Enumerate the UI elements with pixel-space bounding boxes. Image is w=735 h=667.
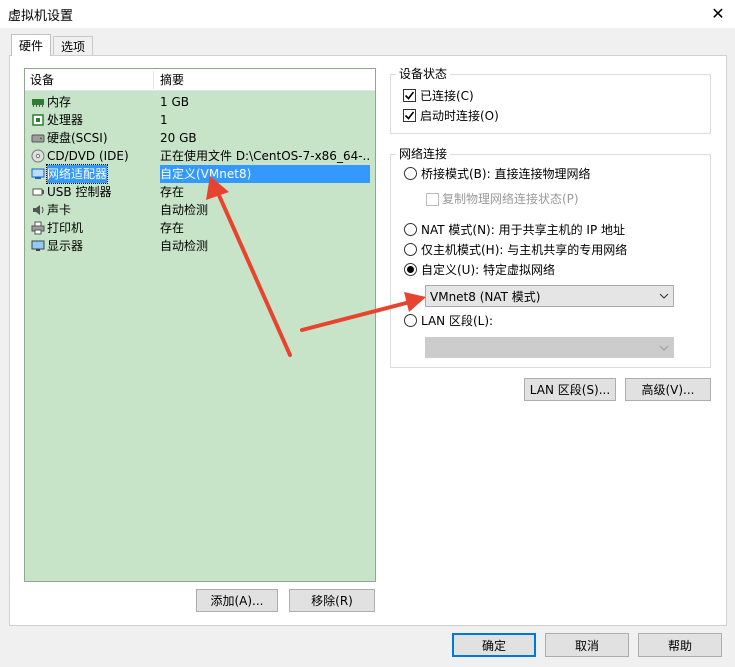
tab-options[interactable]: 选项 (53, 36, 93, 56)
list-item[interactable]: 硬盘(SCSI) 20 GB (25, 129, 375, 147)
checkmark-icon (404, 111, 415, 120)
ok-button[interactable]: 确定 (452, 633, 536, 657)
replicate-state-label[interactable]: 复制物理网络连接状态(P) (442, 191, 579, 207)
nat-radio[interactable] (404, 223, 417, 236)
remove-device-button[interactable]: 移除(R) (289, 589, 375, 612)
lan-segment-radio[interactable] (404, 314, 417, 327)
hardware-list-header: 设备 摘要 (25, 69, 375, 91)
list-item-name: 打印机 (47, 221, 84, 235)
column-header-device[interactable]: 设备 (25, 69, 153, 91)
connected-label[interactable]: 已连接(C) (420, 88, 474, 104)
chevron-down-icon (655, 293, 673, 299)
custom-network-value: VMnet8 (NAT 模式) (430, 289, 541, 304)
list-item-summary: 自定义(VMnet8) (160, 165, 370, 183)
list-item-name: CD/DVD (IDE) (47, 149, 129, 163)
sound-card-icon (33, 205, 44, 215)
list-item-name: USB 控制器 (47, 185, 112, 199)
harddisk-icon (31, 134, 45, 143)
cancel-button[interactable]: 取消 (545, 633, 629, 657)
host-only-radio[interactable] (404, 243, 417, 256)
list-item[interactable]: 打印机 存在 (25, 219, 375, 237)
list-item-summary: 存在 (160, 221, 185, 235)
tab-hardware[interactable]: 硬件 (11, 34, 51, 56)
list-item-summary: 存在 (160, 185, 185, 199)
help-button[interactable]: 帮助 (638, 633, 722, 657)
advanced-button[interactable]: 高级(V)... (625, 378, 711, 401)
close-icon[interactable]: ✕ (706, 2, 730, 24)
list-item-name: 硬盘(SCSI) (47, 131, 108, 145)
bridged-label[interactable]: 桥接模式(B): 直接连接物理网络 (421, 166, 590, 182)
display-icon (31, 240, 45, 251)
lan-segments-button[interactable]: LAN 区段(S)... (524, 378, 616, 401)
custom-radio[interactable] (404, 263, 417, 276)
lan-segment-label[interactable]: LAN 区段(L): (421, 313, 493, 329)
connect-at-power-on-checkbox[interactable] (403, 109, 416, 122)
custom-label[interactable]: 自定义(U): 特定虚拟网络 (421, 262, 555, 278)
list-item[interactable]: CD/DVD (IDE) 正在使用文件 D:\CentOS-7-x86_64-.… (25, 147, 375, 165)
memory-icon (32, 99, 44, 107)
list-item-summary: 20 GB (160, 131, 197, 145)
replicate-state-checkbox[interactable] (426, 193, 439, 206)
chevron-down-icon (655, 345, 673, 351)
list-item[interactable]: 处理器 1 (25, 111, 375, 129)
list-item[interactable]: 内存 1 GB (25, 93, 375, 111)
device-status-title: 设备状态 (396, 67, 451, 81)
checkmark-icon (404, 91, 415, 100)
cd-dvd-icon (31, 149, 45, 163)
list-item-summary: 自动检测 (160, 203, 209, 217)
list-item-name: 网络适配器 (45, 164, 109, 184)
list-item-name: 处理器 (47, 113, 84, 127)
list-item-summary: 自动检测 (160, 239, 209, 253)
lan-segment-select[interactable] (425, 337, 674, 358)
list-item[interactable]: USB 控制器 存在 (25, 183, 375, 201)
network-adapter-icon (31, 168, 45, 179)
list-item-summary: 正在使用文件 D:\CentOS-7-x86_64-... (160, 149, 370, 163)
window-title: 虚拟机设置 (8, 9, 74, 24)
nat-label[interactable]: NAT 模式(N): 用于共享主机的 IP 地址 (421, 222, 625, 238)
connected-checkbox[interactable] (403, 89, 416, 102)
add-device-button[interactable]: 添加(A)... (196, 589, 278, 612)
column-header-summary[interactable]: 摘要 (155, 69, 375, 91)
list-item-name: 显示器 (47, 239, 84, 253)
network-connection-group (390, 154, 711, 368)
connect-at-power-on-label[interactable]: 启动时连接(O) (420, 108, 499, 124)
processor-icon (32, 114, 44, 126)
list-item-selected[interactable]: 网络适配器 自定义(VMnet8) (25, 164, 375, 184)
list-item-name: 内存 (47, 95, 72, 109)
list-item[interactable]: 声卡 自动检测 (25, 201, 375, 219)
network-connection-title: 网络连接 (396, 147, 451, 161)
list-item[interactable]: 显示器 自动检测 (25, 237, 375, 255)
bridged-radio[interactable] (404, 167, 417, 180)
radio-dot-icon (407, 266, 414, 273)
printer-icon (31, 221, 45, 235)
column-divider[interactable] (153, 71, 154, 89)
list-item-summary: 1 (160, 113, 168, 127)
device-status-group (390, 74, 711, 134)
list-item-name: 声卡 (47, 203, 72, 217)
usb-icon (32, 188, 44, 196)
host-only-label[interactable]: 仅主机模式(H): 与主机共享的专用网络 (421, 242, 627, 258)
list-item-summary: 1 GB (160, 95, 189, 109)
custom-network-select[interactable]: VMnet8 (NAT 模式) (425, 285, 674, 307)
